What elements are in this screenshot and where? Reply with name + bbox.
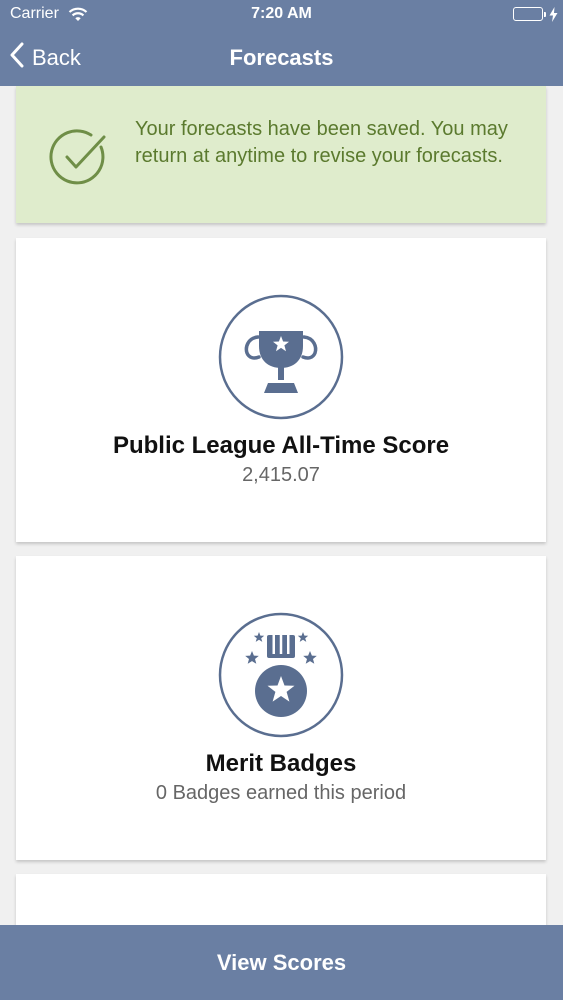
clock: 7:20 AM — [251, 5, 312, 22]
nav-bar: Back Forecasts — [0, 30, 563, 86]
merit-badges-card[interactable]: Merit Badges 0 Badges earned this period — [16, 556, 546, 860]
page-title: Forecasts — [229, 45, 334, 70]
card-value: 0 Badges earned this period — [155, 782, 407, 804]
card-title: Public League All-Time Score — [112, 432, 450, 459]
saved-message: Your forecasts have been saved. You may … — [135, 118, 508, 167]
check-circle-icon — [49, 127, 109, 192]
card-value: 2,415.07 — [242, 464, 320, 486]
status-bar: Carrier 7:20 AM — [0, 0, 563, 30]
trophy-icon — [218, 294, 344, 420]
charging-bolt-icon — [549, 7, 558, 27]
scroll-content[interactable]: Your forecasts have been saved. You may … — [0, 86, 563, 925]
view-scores-button[interactable]: View Scores — [0, 925, 563, 1000]
battery-tip — [544, 12, 546, 17]
battery-icon — [513, 7, 543, 21]
all-time-score-card[interactable]: Public League All-Time Score 2,415.07 — [16, 238, 546, 542]
card-title: Merit Badges — [205, 750, 357, 777]
saved-alert: Your forecasts have been saved. You may … — [16, 86, 546, 223]
next-card[interactable] — [16, 874, 546, 925]
medal-icon — [218, 612, 344, 738]
